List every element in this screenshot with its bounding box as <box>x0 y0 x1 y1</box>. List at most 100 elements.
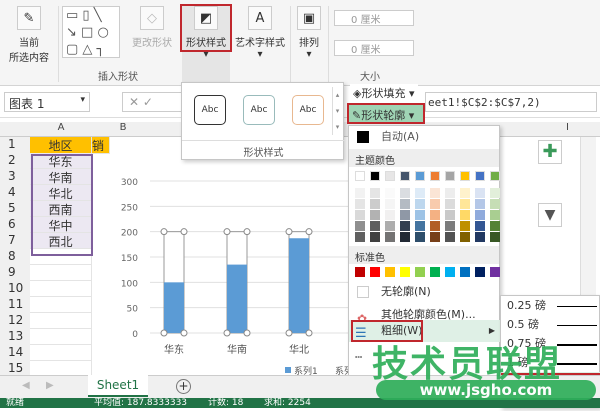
selection-handle[interactable] <box>160 329 168 337</box>
standard-color-swatch[interactable] <box>385 267 395 277</box>
name-box[interactable]: 图表 1 ▾ <box>4 92 90 112</box>
theme-shade-swatch[interactable] <box>460 210 470 220</box>
theme-shade-swatch[interactable] <box>445 199 455 209</box>
bar-series1[interactable] <box>227 264 247 333</box>
theme-color-swatch[interactable] <box>475 171 485 181</box>
theme-shade-swatch[interactable] <box>370 199 380 209</box>
selection-handle[interactable] <box>223 329 231 337</box>
theme-shade-swatch[interactable] <box>445 232 455 242</box>
style-sample[interactable]: Abc <box>194 95 226 125</box>
scroll-right-icon[interactable]: ▶ <box>46 380 54 391</box>
theme-shade-swatch[interactable] <box>415 232 425 242</box>
theme-shade-swatch[interactable] <box>475 188 485 198</box>
theme-color-swatch[interactable] <box>445 171 455 181</box>
row-header[interactable]: 5 <box>0 201 30 218</box>
theme-shade-swatch[interactable] <box>355 188 365 198</box>
standard-color-swatch[interactable] <box>490 267 500 277</box>
row-header[interactable]: 4 <box>0 185 30 202</box>
theme-shade-swatch[interactable] <box>445 188 455 198</box>
selection-handle[interactable] <box>243 228 251 236</box>
theme-shade-swatch[interactable] <box>370 210 380 220</box>
bar-series1[interactable] <box>289 238 309 333</box>
width-input[interactable]: 0 厘米 <box>334 40 414 56</box>
theme-shade-swatch[interactable] <box>400 188 410 198</box>
shape-outline-button[interactable]: ✎形状轮廓 ▾ <box>347 103 425 124</box>
theme-shade-swatch[interactable] <box>415 221 425 231</box>
theme-shade-swatch[interactable] <box>490 199 500 209</box>
selection-handle[interactable] <box>305 228 313 236</box>
chart[interactable]: 050100150200250300华东 华南 华北系列1 系列2 <box>110 137 360 375</box>
theme-shade-swatch[interactable] <box>445 221 455 231</box>
grid-cell[interactable] <box>30 297 92 313</box>
menu-item-automatic[interactable]: 自动(A) <box>349 126 501 148</box>
theme-shade-swatch[interactable] <box>385 232 395 242</box>
chart-elements-button[interactable]: ✚ <box>538 140 562 164</box>
theme-shade-swatch[interactable] <box>490 232 500 242</box>
theme-shade-swatch[interactable] <box>475 210 485 220</box>
cell-b1[interactable]: 销 <box>92 137 110 154</box>
selection-handle[interactable] <box>160 228 168 236</box>
theme-shade-swatch[interactable] <box>430 210 440 220</box>
standard-color-swatch[interactable] <box>460 267 470 277</box>
theme-color-swatch[interactable] <box>355 171 365 181</box>
grid-cell[interactable] <box>30 313 92 329</box>
selection-handle[interactable] <box>305 329 313 337</box>
theme-shade-swatch[interactable] <box>430 199 440 209</box>
grid-cell[interactable] <box>30 265 92 281</box>
row-header[interactable]: 13 <box>0 329 30 346</box>
theme-shade-swatch[interactable] <box>460 232 470 242</box>
grid-cell[interactable] <box>30 281 92 297</box>
standard-color-swatch[interactable] <box>415 267 425 277</box>
column-header-a[interactable]: A <box>30 122 92 137</box>
theme-color-swatch[interactable] <box>370 171 380 181</box>
theme-shade-swatch[interactable] <box>400 232 410 242</box>
selection-handle[interactable] <box>285 228 293 236</box>
change-shape-button[interactable]: ◇ 更改形状 <box>124 6 180 49</box>
selection-handle[interactable] <box>180 329 188 337</box>
row-header[interactable]: 10 <box>0 281 30 298</box>
row-header[interactable]: 11 <box>0 297 30 314</box>
cancel-confirm-buttons[interactable]: ✕ ✓ <box>122 92 182 112</box>
theme-shade-swatch[interactable] <box>430 188 440 198</box>
formula-input[interactable]: eet1!$C$2:$C$7,2) <box>425 92 597 112</box>
theme-color-swatch[interactable] <box>490 171 500 181</box>
style-sample[interactable]: Abc <box>292 95 324 125</box>
weight-option[interactable]: 0.5 磅 <box>501 315 600 335</box>
theme-shade-swatch[interactable] <box>370 232 380 242</box>
selection-handle[interactable] <box>223 228 231 236</box>
theme-shade-swatch[interactable] <box>460 199 470 209</box>
theme-shade-swatch[interactable] <box>385 210 395 220</box>
theme-shade-swatch[interactable] <box>475 221 485 231</box>
standard-color-swatch[interactable] <box>430 267 440 277</box>
selection-handle[interactable] <box>243 329 251 337</box>
standard-color-swatch[interactable] <box>370 267 380 277</box>
column-header-b[interactable]: B <box>92 122 154 137</box>
row-header[interactable]: 6 <box>0 217 30 234</box>
bar-series1[interactable] <box>164 282 184 333</box>
height-input[interactable]: 0 厘米 <box>334 10 414 26</box>
theme-color-swatch[interactable] <box>385 171 395 181</box>
theme-shade-swatch[interactable] <box>475 232 485 242</box>
theme-shade-swatch[interactable] <box>490 210 500 220</box>
theme-shade-swatch[interactable] <box>475 199 485 209</box>
theme-shade-swatch[interactable] <box>460 221 470 231</box>
theme-shade-swatch[interactable] <box>430 221 440 231</box>
theme-shade-swatch[interactable] <box>370 188 380 198</box>
row-header[interactable]: 2 <box>0 153 30 170</box>
theme-shade-swatch[interactable] <box>415 188 425 198</box>
current-selection-button[interactable]: ✎ 当前 所选内容 <box>4 6 54 64</box>
cell-a1[interactable]: 地区 <box>30 137 92 154</box>
theme-shade-swatch[interactable] <box>370 221 380 231</box>
selection-handle[interactable] <box>285 329 293 337</box>
theme-shade-swatch[interactable] <box>385 188 395 198</box>
row-header[interactable]: 9 <box>0 265 30 282</box>
standard-color-swatch[interactable] <box>445 267 455 277</box>
row-header[interactable]: 12 <box>0 313 30 330</box>
weight-option[interactable]: 0.25 磅 <box>501 296 600 316</box>
theme-shade-swatch[interactable] <box>415 199 425 209</box>
theme-shade-swatch[interactable] <box>430 232 440 242</box>
theme-shade-swatch[interactable] <box>355 221 365 231</box>
theme-shade-swatch[interactable] <box>355 210 365 220</box>
shape-fill-button[interactable]: ◈形状填充 ▾ <box>350 84 418 102</box>
standard-color-swatch[interactable] <box>475 267 485 277</box>
